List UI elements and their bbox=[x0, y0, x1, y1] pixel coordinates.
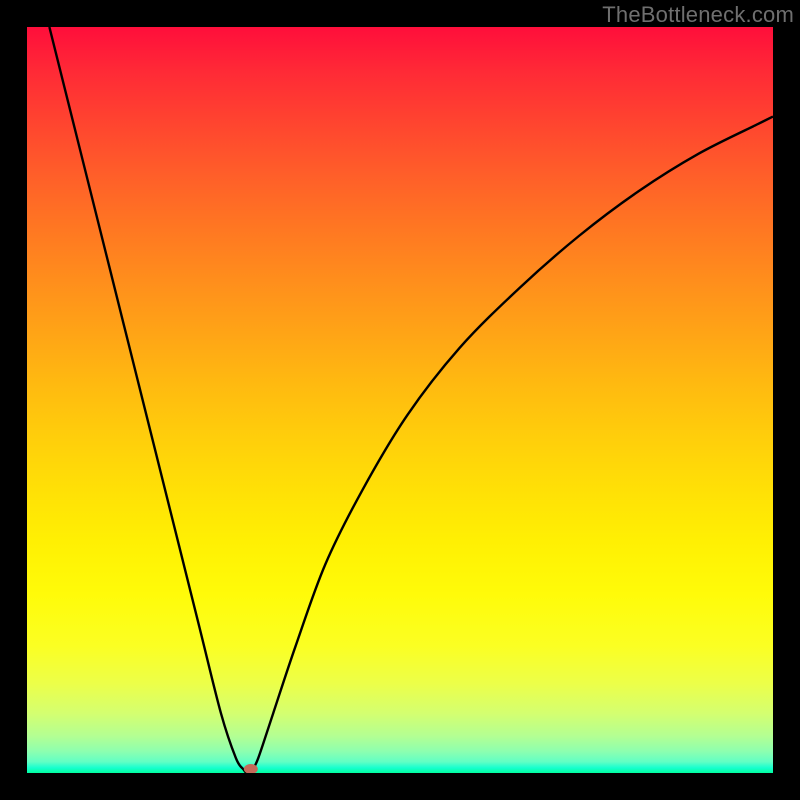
attribution-text: TheBottleneck.com bbox=[602, 2, 794, 28]
curve-svg bbox=[27, 27, 773, 773]
bottleneck-curve bbox=[49, 27, 773, 773]
plot-area bbox=[27, 27, 773, 773]
chart-frame: TheBottleneck.com bbox=[0, 0, 800, 800]
